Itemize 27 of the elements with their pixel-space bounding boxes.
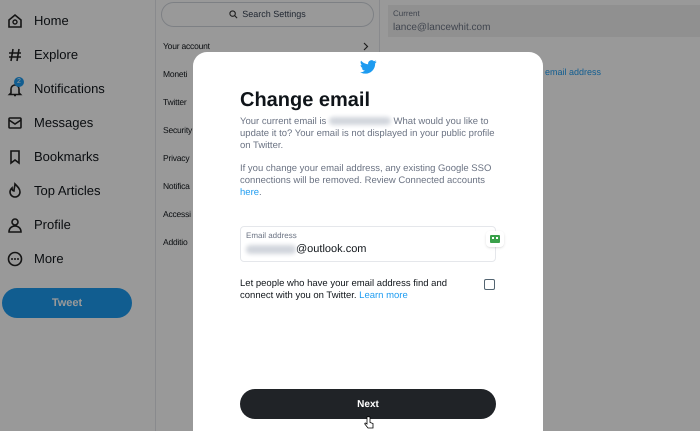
- discoverability-text: Let people who have your email address find and connect with you on Twitter. Learn more: [240, 278, 448, 302]
- nav-item[interactable]: Home: [0, 4, 155, 38]
- nav-item[interactable]: Top Articles: [0, 174, 155, 208]
- home-icon: [6, 12, 24, 30]
- next-button[interactable]: Next: [240, 389, 496, 419]
- search-field[interactable]: Search Settings: [161, 2, 374, 27]
- nav-item[interactable]: Explore: [0, 38, 155, 72]
- password-manager-icon[interactable]: [486, 231, 504, 247]
- nav-item[interactable]: Messages: [0, 106, 155, 140]
- nav-item[interactable]: Profile: [0, 208, 155, 242]
- notice-text: If you change your email address, any existing Google SSO connections will be removed. Review Connected accounts here.: [240, 163, 492, 199]
- dialog-title: Change email: [240, 88, 370, 113]
- flame-icon: [6, 182, 24, 200]
- search-icon: [229, 10, 238, 19]
- email-field[interactable]: Email address @outlook.com: [240, 226, 496, 262]
- intro-text: Your current email is What would you like to update it to? Your email is not displayed in your public profile on Twitter.: [240, 116, 496, 152]
- hashtag-icon: [6, 46, 24, 64]
- person-icon: [6, 216, 24, 234]
- bird-icon: [360, 60, 376, 74]
- nav-item[interactable]: Bookmarks: [0, 140, 155, 174]
- checkbox[interactable]: [484, 279, 495, 290]
- current-email-field: Current lance@lancewhit.com: [388, 5, 700, 37]
- more-icon: [6, 250, 24, 268]
- envelope-icon: [6, 114, 24, 132]
- nav-item[interactable]: More: [0, 242, 155, 276]
- settings-item[interactable]: Your account: [156, 32, 379, 60]
- chevron-icon: [363, 42, 369, 50]
